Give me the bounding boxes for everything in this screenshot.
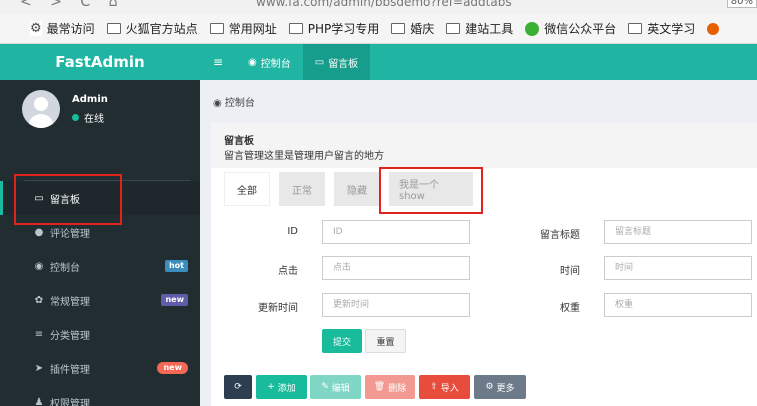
- updated-label: 更新时间: [258, 303, 298, 314]
- avatar: [22, 90, 60, 128]
- menu-toggle-icon[interactable]: ≡: [200, 55, 236, 69]
- bookmark-common-sites[interactable]: 常用网址: [209, 20, 277, 37]
- tab-hidden[interactable]: 隐藏: [334, 172, 380, 206]
- folder-icon: [288, 23, 303, 34]
- browser-nav: < > C ⌂: [20, 0, 132, 10]
- browser-address-bar: < > C ⌂ www.fa.com/admin/bbsdemo?ref=add…: [0, 0, 757, 14]
- user-status: 在线: [72, 110, 104, 125]
- rocket-icon: ➤: [34, 362, 44, 374]
- breadcrumb[interactable]: ◉ 控制台: [213, 94, 255, 109]
- gear-icon: ⚙: [30, 21, 42, 36]
- updated-field[interactable]: [322, 293, 470, 317]
- more-button[interactable]: ⚙ 更多: [474, 375, 526, 399]
- folder-icon: [391, 23, 406, 34]
- guestbook-panel: 留言板 留言管理这里是管理用户留言的地方 全部 正常 隐藏 我是一个show I…: [211, 122, 757, 406]
- refresh-icon: ⟳: [234, 382, 242, 392]
- refresh-button[interactable]: ⟳: [224, 375, 252, 399]
- url-text[interactable]: www.fa.com/admin/bbsdemo?ref=addtabs: [256, 0, 512, 9]
- bookmark-firefox[interactable]: [707, 22, 724, 35]
- bookmark-php[interactable]: PHP学习专用: [288, 20, 379, 37]
- weight-field[interactable]: [604, 293, 752, 317]
- dashboard-icon: ◉: [248, 56, 257, 68]
- tab-dashboard[interactable]: ◉ 控制台: [236, 44, 303, 80]
- submit-button[interactable]: 提交: [322, 329, 362, 353]
- app-logo[interactable]: FastAdmin: [0, 44, 200, 80]
- time-field[interactable]: [604, 256, 752, 280]
- bookmark-firefox-official[interactable]: 火狐官方站点: [106, 20, 198, 37]
- top-navbar: ≡ ◉ 控制台 ▭ 留言板: [200, 44, 757, 80]
- gear-icon: ⚙: [485, 382, 494, 392]
- wechat-icon: [525, 21, 540, 36]
- forward-icon[interactable]: >: [50, 0, 62, 10]
- dashboard-icon: ◉: [34, 260, 44, 272]
- bookmarks-bar: ⚙ 最常访问 火狐官方站点 常用网址 PHP学习专用 婚庆 建站工具 微信公众平台…: [0, 14, 757, 44]
- add-button[interactable]: + 添加: [256, 375, 307, 399]
- dashboard-icon: ◉: [213, 98, 222, 109]
- user-panel: Admin 在线 🔍︎: [0, 80, 200, 208]
- sidebar-item-permissions[interactable]: ♟ 权限管理: [0, 385, 200, 406]
- title-field[interactable]: [604, 220, 752, 244]
- clicks-field[interactable]: [322, 256, 470, 280]
- pencil-icon: ✎: [321, 382, 329, 392]
- sidebar: FastAdmin Admin 在线 🔍︎ ▭留言板 ●评论管理 ◉控制台hot…: [0, 44, 200, 406]
- list-icon: ≡: [34, 328, 44, 340]
- id-label: ID: [287, 226, 298, 237]
- hot-badge: hot: [164, 260, 188, 272]
- back-icon[interactable]: <: [20, 0, 32, 10]
- import-button[interactable]: ⇧ 导入: [419, 375, 470, 399]
- weight-label: 权重: [560, 303, 580, 314]
- page-subtitle: 留言管理这里是管理用户留言的地方: [224, 151, 384, 162]
- online-dot-icon: [72, 114, 79, 121]
- bookmark-wechat[interactable]: 微信公众平台: [525, 20, 616, 37]
- home-icon[interactable]: ⌂: [109, 0, 118, 10]
- tab-guestbook[interactable]: ▭ 留言板: [302, 44, 371, 80]
- reload-icon[interactable]: C: [80, 0, 90, 10]
- sidebar-item-category[interactable]: ≡ 分类管理: [0, 317, 200, 351]
- delete-button[interactable]: 🗑 删除: [365, 375, 415, 399]
- new-badge: new: [157, 362, 188, 374]
- folder-icon: [446, 23, 461, 34]
- panel-header: 留言板 留言管理这里是管理用户留言的地方: [211, 122, 757, 168]
- comment-icon: ●: [34, 226, 44, 238]
- firefox-icon: [707, 22, 720, 35]
- edit-button[interactable]: ✎ 编辑: [310, 375, 361, 399]
- tab-normal[interactable]: 正常: [279, 172, 325, 206]
- id-field[interactable]: [322, 220, 470, 244]
- group-icon: ♟: [34, 396, 44, 406]
- cogs-icon: ✿: [34, 294, 44, 306]
- upload-icon: ⇧: [430, 382, 438, 392]
- new-badge: new: [161, 294, 188, 306]
- highlight-box-tab: [379, 167, 483, 214]
- title-label: 留言标题: [540, 230, 580, 241]
- folder-icon: [628, 23, 643, 34]
- user-name: Admin: [72, 94, 108, 105]
- highlight-box-sidebar: [14, 174, 122, 225]
- clicks-label: 点击: [278, 266, 298, 277]
- sidebar-item-general[interactable]: ✿ 常规管理 new: [0, 283, 200, 317]
- reset-button[interactable]: 重置: [365, 329, 406, 353]
- sidebar-item-dashboard[interactable]: ◉ 控制台 hot: [0, 249, 200, 283]
- trash-icon: 🗑: [373, 382, 386, 392]
- bookmark-wedding[interactable]: 婚庆: [391, 20, 434, 37]
- folder-icon: [209, 23, 224, 34]
- zoom-level[interactable]: 80%: [726, 0, 757, 8]
- tab-all[interactable]: 全部: [224, 172, 270, 206]
- sidebar-item-addons[interactable]: ➤ 插件管理 new: [0, 351, 200, 385]
- plus-icon: +: [267, 382, 275, 392]
- folder-icon: [106, 23, 121, 34]
- main-content: ◉ 控制台 留言板 留言管理这里是管理用户留言的地方 全部 正常 隐藏 我是一个…: [200, 80, 757, 406]
- bookmark-english[interactable]: 英文学习: [628, 20, 695, 37]
- time-label: 时间: [560, 266, 580, 277]
- bookmark-site-tools[interactable]: 建站工具: [446, 20, 513, 37]
- guestbook-icon: ▭: [314, 56, 325, 68]
- page-title: 留言板: [224, 136, 254, 147]
- bookmark-most-visited[interactable]: ⚙ 最常访问: [30, 20, 95, 37]
